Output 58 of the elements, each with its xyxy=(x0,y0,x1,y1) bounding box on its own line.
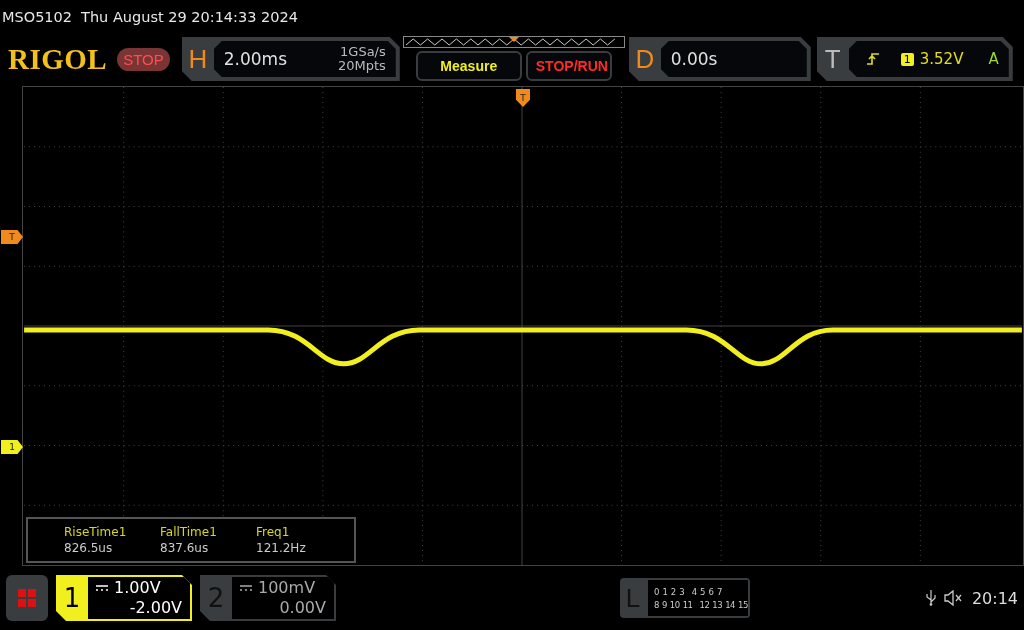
date-time: Thu August 29 20:14:33 2024 xyxy=(81,9,298,25)
digital-channel-number: 2 xyxy=(670,586,677,597)
trigger-source-badge: 1 xyxy=(900,52,914,66)
channel-tab[interactable]: 1 1.00V -2.00V xyxy=(56,575,192,621)
digital-channel-number: 6 xyxy=(708,586,714,597)
channel-number: 1 xyxy=(62,582,82,615)
run-state-badge: STOP xyxy=(117,47,170,71)
channel-scale: 100mV xyxy=(258,578,316,598)
usb-icon xyxy=(925,590,936,606)
digital-channel-number: 9 xyxy=(661,599,667,610)
channel-marker[interactable]: 1 xyxy=(1,440,23,454)
measure-button[interactable]: Measure xyxy=(415,51,522,81)
digital-channel-number: 0 xyxy=(654,586,660,597)
model-name: MSO5102 xyxy=(2,9,73,25)
speaker-muted-icon xyxy=(943,590,964,606)
brand-logo: RIGOL xyxy=(8,42,108,76)
menu-button[interactable] xyxy=(6,575,48,621)
horizontal-panel[interactable]: H 2.00ms 1GSa/s 20Mpts xyxy=(181,37,400,81)
measurement-name: RiseTime1 xyxy=(64,525,128,539)
horizontal-letter: H xyxy=(187,43,209,75)
stop-run-button[interactable]: STOP/RUN xyxy=(525,51,612,81)
digital-channel-number: 10 xyxy=(669,599,680,610)
digital-channel-number: 15 xyxy=(738,599,748,610)
trigger-position-marker[interactable]: T xyxy=(516,89,530,107)
channel-offset: -2.00V xyxy=(129,598,182,618)
digital-channel-number: 7 xyxy=(716,586,723,597)
channel-offset: 0.00V xyxy=(279,598,326,618)
rising-edge-icon xyxy=(866,53,879,65)
delay-value: 0.00s xyxy=(670,49,718,69)
digital-channel-number: 4 xyxy=(691,586,698,597)
measurement-name: FallTime1 xyxy=(160,525,218,539)
measurement-name: Freq1 xyxy=(256,525,291,539)
digital-channel-number: 3 xyxy=(679,586,685,597)
digital-channel-number: 13 xyxy=(712,599,723,610)
trigger-level-marker[interactable]: T xyxy=(1,230,23,244)
sample-rate: 1GSa/s xyxy=(340,45,386,59)
digital-channel-number: 1 xyxy=(662,586,668,597)
digital-channel-number: 8 xyxy=(654,599,659,610)
trigger-level: 3.52V xyxy=(919,50,964,68)
delay-panel[interactable]: D 0.00s xyxy=(628,37,811,81)
trigger-panel[interactable]: T 1 3.52V A xyxy=(816,37,1013,81)
dc-coupling-icon xyxy=(240,585,252,591)
grid-squares-icon xyxy=(17,588,37,608)
dc-coupling-icon xyxy=(96,585,108,591)
digital-channel-number: 11 xyxy=(682,599,693,610)
measurement-value: 826.5us xyxy=(64,541,114,555)
clock-time: 20:14 xyxy=(971,588,1018,608)
memory-depth: 20Mpts xyxy=(337,59,386,73)
trigger-letter: T xyxy=(823,43,842,75)
digital-channel-number: 5 xyxy=(700,586,706,597)
digital-channel-number: 12 xyxy=(699,599,710,610)
measurement-value: 121.2Hz xyxy=(256,541,307,555)
trigger-mode: A xyxy=(988,50,999,68)
delay-letter: D xyxy=(634,43,656,75)
channel-scale: 1.00V xyxy=(114,578,161,598)
measurement-value: 837.6us xyxy=(160,541,210,555)
timebase-value: 2.00ms xyxy=(223,49,288,69)
digital-channel-number: 14 xyxy=(725,599,735,610)
